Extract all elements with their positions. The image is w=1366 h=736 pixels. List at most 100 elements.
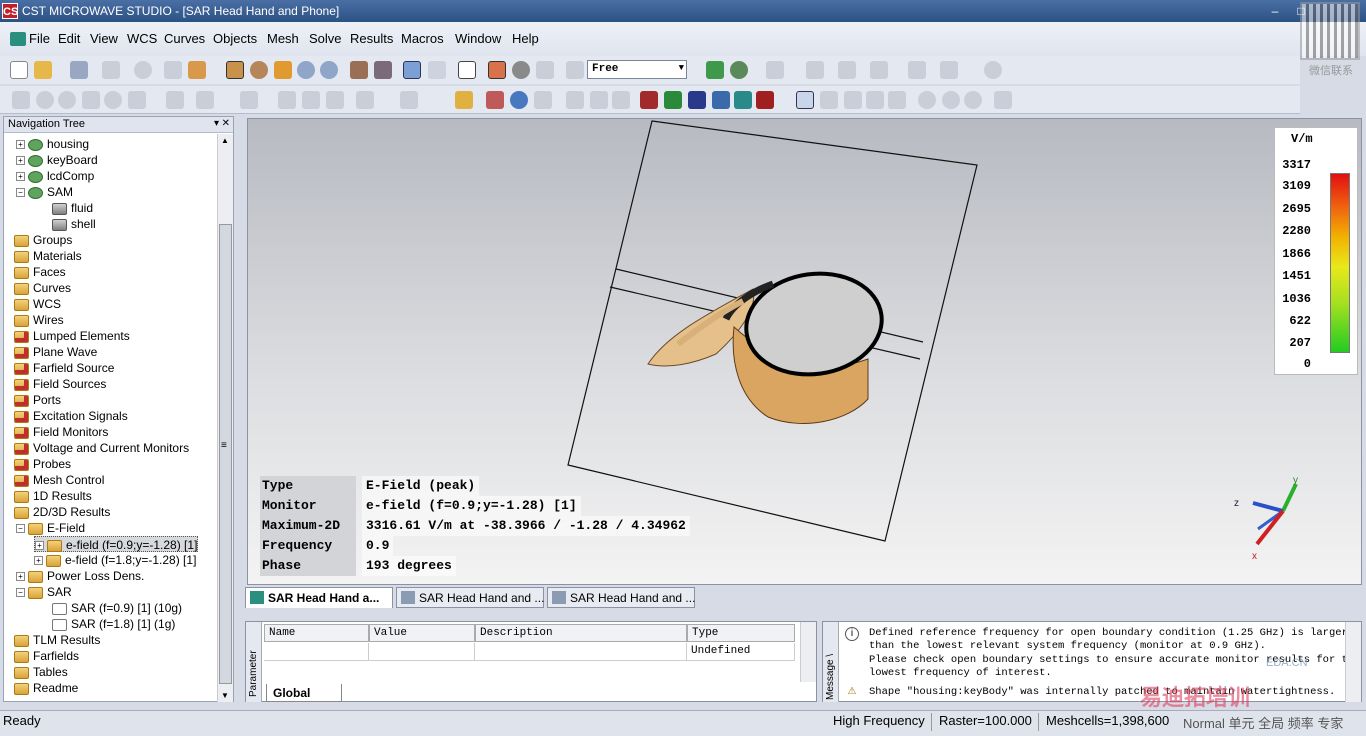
navigation-scrollbar[interactable]: ▲ ≡ ▼ [217,134,233,702]
zoom-icon[interactable] [297,61,315,79]
solver-integral-icon[interactable] [712,91,730,109]
view-right-icon[interactable] [866,91,884,109]
boolean-add-icon[interactable] [278,91,296,109]
shape-rotate-icon[interactable] [166,91,184,109]
percent-icon[interactable] [908,61,926,79]
solver-eigenmode-icon[interactable] [688,91,706,109]
pick-edge-icon[interactable] [428,61,446,79]
tab-view-3[interactable]: SAR Head Hand and ... [547,587,695,608]
reset-view-icon[interactable] [350,61,368,79]
tree-item-plane-wave[interactable]: Plane Wave [14,344,97,360]
col-header-name[interactable]: Name [264,624,369,642]
tree-item-farfields[interactable]: Farfields [14,648,79,664]
export-icon[interactable] [870,61,888,79]
tree-item-farfield-source[interactable]: Farfield Source [14,360,114,376]
ruler-icon[interactable] [455,91,473,109]
shape-cylinder-icon[interactable] [58,91,76,109]
rotate-icon[interactable] [250,61,268,79]
view-top-icon[interactable] [888,91,906,109]
tree-item-curves[interactable]: Curves [14,280,71,296]
boolean-subtract-icon[interactable] [302,91,320,109]
shape-sphere-icon[interactable] [36,91,54,109]
orbit-icon[interactable] [942,91,960,109]
search-icon[interactable] [984,61,1002,79]
solver-tlm-icon[interactable] [756,91,774,109]
tree-item-tables[interactable]: Tables [14,664,68,680]
view-left-icon[interactable] [844,91,862,109]
tree-item-wires[interactable]: Wires [14,312,64,328]
tab-global[interactable]: Global [266,684,342,702]
col-header-value[interactable]: Value [369,624,475,642]
tab-view-2[interactable]: SAR Head Hand and ... [396,587,544,608]
param-type-cell[interactable]: Undefined [687,643,795,661]
tree-item-excitation-signals[interactable]: Excitation Signals [14,408,128,424]
tree-item-groups[interactable]: Groups [14,232,72,248]
shading-icon[interactable] [374,61,392,79]
menu-view[interactable]: View [90,31,118,46]
expand-icon[interactable]: + [34,556,43,566]
boolean-icon[interactable] [488,61,506,79]
solver-asymptotic-icon[interactable] [734,91,752,109]
tree-item-sar-1.8[interactable]: SAR (f=1.8) [1] (1g) [52,616,175,632]
shape-brick-icon[interactable] [12,91,30,109]
mesh-view-icon[interactable] [706,61,724,79]
param-name-cell[interactable] [264,643,369,661]
align-icon[interactable] [356,91,374,109]
scroll-thumb[interactable] [219,224,232,684]
param-value-cell[interactable] [369,643,475,661]
shape-torus-icon[interactable] [104,91,122,109]
pan-icon[interactable] [274,61,292,79]
collapse-icon[interactable]: − [16,588,25,598]
solver-icon[interactable] [806,61,824,79]
solver-time-icon[interactable] [640,91,658,109]
tree-item-fluid[interactable]: fluid [52,200,93,216]
snapshot-icon[interactable] [994,91,1012,109]
print-icon[interactable] [102,61,120,79]
chevron-down-icon[interactable]: ▼ [679,63,684,73]
pin-icon[interactable]: ▾ [214,118,219,129]
document-icon[interactable] [10,32,26,46]
expand-icon[interactable]: + [16,572,25,582]
source-icon[interactable] [590,91,608,109]
tree-item-lumped-elements[interactable]: Lumped Elements [14,328,130,344]
probe-icon[interactable] [940,61,958,79]
tree-item-power-loss[interactable]: + Power Loss Dens. [16,568,144,584]
tree-item-voltage-current-monitors[interactable]: Voltage and Current Monitors [14,440,189,456]
tree-item-housing[interactable]: + housing [16,136,89,152]
copy-icon[interactable] [164,61,182,79]
tree-item-ports[interactable]: Ports [14,392,61,408]
transform-icon[interactable] [536,61,554,79]
tree-item-sar[interactable]: − SAR [16,584,72,600]
boolean-intersect-icon[interactable] [326,91,344,109]
tree-item-mesh-control[interactable]: Mesh Control [14,472,104,488]
mesh-settings-icon[interactable] [730,61,748,79]
menu-macros[interactable]: Macros [401,31,444,46]
symmetry-icon[interactable] [510,91,528,109]
tree-item-keyboard[interactable]: + keyBoard [16,152,98,168]
minimize-button[interactable]: – [1264,2,1286,20]
tree-item-1d-results[interactable]: 1D Results [14,488,92,504]
menu-mesh[interactable]: Mesh [267,31,299,46]
import-icon[interactable] [188,61,206,79]
scroll-down-icon[interactable]: ▼ [221,691,229,700]
menu-objects[interactable]: Objects [213,31,257,46]
pick-point-icon[interactable] [403,61,421,79]
rotate-view-icon[interactable] [964,91,982,109]
app-icon[interactable]: CS [2,3,18,19]
col-header-description[interactable]: Description [475,624,687,642]
menu-solve[interactable]: Solve [309,31,342,46]
clear-icon[interactable] [134,61,152,79]
brick-icon[interactable] [458,61,476,79]
solver-frequency-icon[interactable] [664,91,682,109]
menu-edit[interactable]: Edit [58,31,80,46]
menu-results[interactable]: Results [350,31,393,46]
undo-icon[interactable] [566,61,584,79]
blend-icon[interactable] [240,91,258,109]
expand-icon[interactable]: + [16,140,25,150]
tree-item-2d3d-results[interactable]: 2D/3D Results [14,504,110,520]
collapse-icon[interactable]: − [16,524,25,534]
message-scrollbar[interactable] [1345,622,1361,702]
save-icon[interactable] [70,61,88,79]
close-icon[interactable]: ✕ [222,118,230,129]
delete-icon[interactable] [612,91,630,109]
